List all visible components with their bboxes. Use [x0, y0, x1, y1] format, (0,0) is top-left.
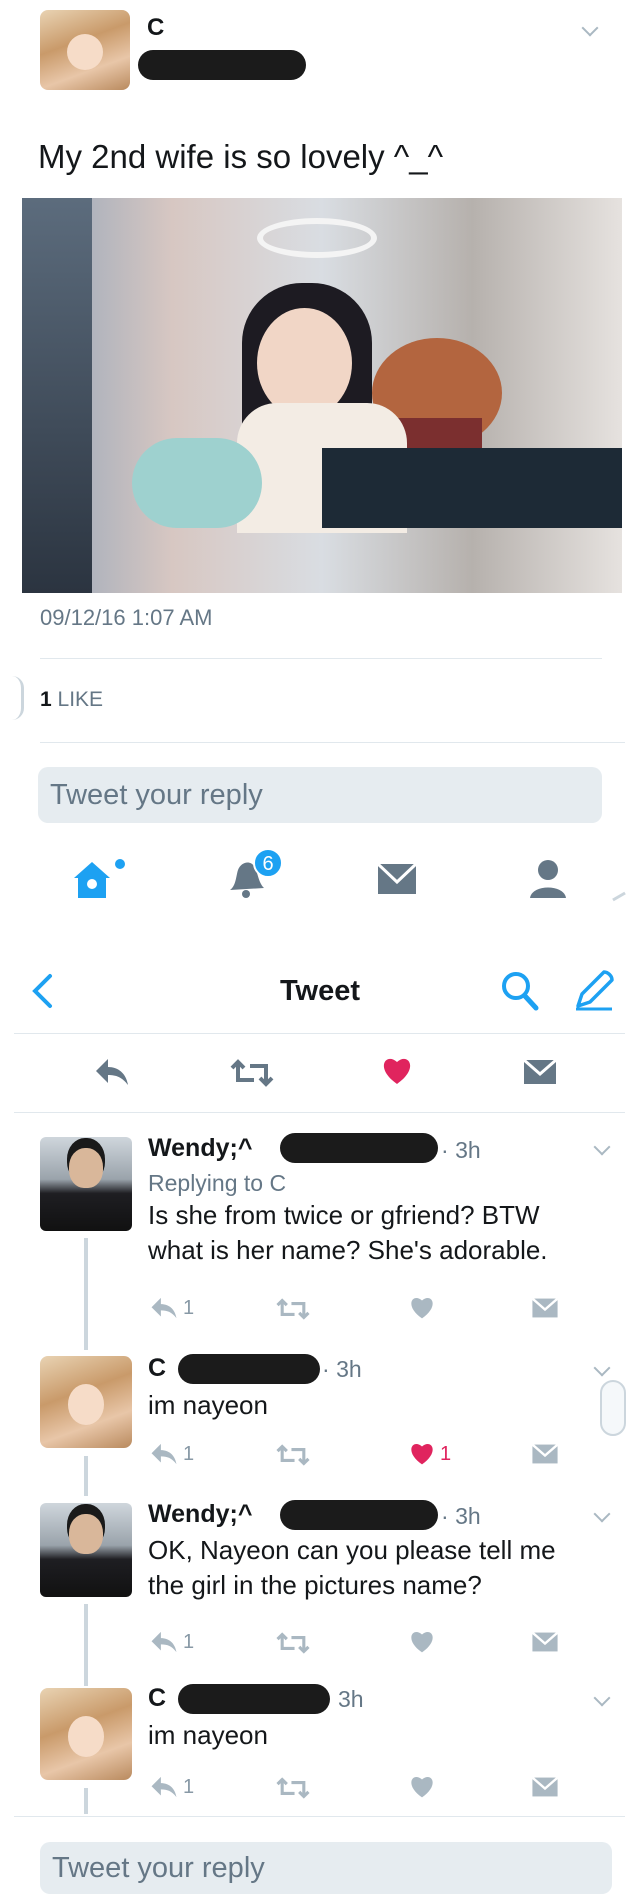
reply-avatar-c[interactable] — [40, 1356, 132, 1448]
like-heart-icon[interactable] — [408, 1773, 436, 1799]
reply-icon[interactable] — [150, 1630, 178, 1654]
reply-avatar-c[interactable] — [40, 1688, 132, 1780]
reply-author[interactable]: Wendy;^ — [148, 1500, 252, 1529]
thread-line — [84, 1788, 88, 1814]
chevron-down-icon[interactable] — [593, 1359, 611, 1377]
thread-line — [84, 1604, 88, 1686]
like-heart-icon[interactable] — [380, 1054, 414, 1086]
redacted-handle — [178, 1354, 320, 1384]
reply-text: im nayeon — [148, 1390, 268, 1420]
reply-count: 1 — [183, 1443, 195, 1465]
like-count: 1 — [440, 1443, 452, 1465]
chevron-down-icon[interactable] — [593, 1138, 611, 1156]
likes-count: 1 — [40, 688, 52, 711]
author-name[interactable]: C — [147, 14, 164, 42]
search-icon[interactable] — [500, 970, 540, 1012]
like-heart-icon[interactable] — [408, 1628, 436, 1654]
direct-message-icon[interactable] — [530, 1631, 560, 1653]
redacted-handle — [178, 1684, 330, 1714]
likes-row[interactable]: 1 LIKE — [40, 688, 103, 712]
scroll-hint — [612, 891, 626, 902]
tweet-photo[interactable] — [22, 198, 622, 593]
divider — [14, 1112, 625, 1113]
like-heart-icon[interactable] — [408, 1440, 436, 1466]
direct-message-icon[interactable] — [522, 1058, 558, 1086]
direct-message-icon[interactable] — [530, 1443, 560, 1465]
reply-icon[interactable] — [150, 1442, 178, 1466]
reply-text: Is she from twice or gfriend? BTW what i… — [148, 1198, 548, 1268]
chevron-down-icon[interactable] — [581, 19, 599, 37]
reply-text-line: what is her name? She's adorable. — [148, 1235, 548, 1265]
author-avatar[interactable] — [40, 10, 130, 90]
redacted-handle — [280, 1133, 438, 1163]
like-heart-icon[interactable] — [408, 1294, 436, 1320]
thread-line — [84, 1238, 88, 1350]
reply-input-top[interactable]: Tweet your reply — [38, 767, 602, 823]
page-title: Tweet — [279, 975, 361, 1007]
divider — [40, 658, 602, 659]
reply-text-line: Is she from twice or gfriend? BTW — [148, 1200, 540, 1230]
retweet-icon[interactable] — [276, 1443, 310, 1467]
reply-icon[interactable] — [150, 1775, 178, 1799]
reply-time: · 3h — [322, 1356, 362, 1382]
retweet-icon[interactable] — [276, 1776, 310, 1800]
tweet-timestamp: 09/12/16 1:07 AM — [40, 605, 213, 630]
direct-message-icon[interactable] — [530, 1776, 560, 1798]
profile-icon[interactable] — [528, 858, 568, 900]
direct-message-icon[interactable] — [530, 1297, 560, 1319]
scroll-indicator[interactable] — [600, 1380, 626, 1436]
edge-bracket — [12, 676, 24, 720]
reply-author[interactable]: C — [148, 1684, 166, 1713]
reply-time: 3h — [338, 1686, 364, 1712]
retweet-icon[interactable] — [230, 1058, 274, 1088]
reply-author[interactable]: Wendy;^ — [148, 1134, 252, 1163]
retweet-icon[interactable] — [276, 1631, 310, 1655]
retweet-icon[interactable] — [276, 1297, 310, 1321]
likes-label: LIKE — [57, 688, 104, 711]
chevron-down-icon[interactable] — [593, 1689, 611, 1707]
reply-count: 1 — [183, 1776, 195, 1798]
notifications-badge: 6 — [253, 848, 283, 878]
reply-icon[interactable] — [94, 1057, 130, 1087]
reply-input-bottom[interactable]: Tweet your reply — [40, 1842, 612, 1894]
reply-avatar-wendy[interactable] — [40, 1503, 132, 1597]
redacted-handle — [138, 50, 306, 80]
reply-author[interactable]: C — [148, 1354, 166, 1383]
reply-time: · 3h — [441, 1137, 481, 1163]
reply-text: OK, Nayeon can you please tell me the gi… — [148, 1533, 556, 1603]
divider — [40, 742, 625, 743]
divider — [14, 1033, 625, 1034]
compose-tweet-icon[interactable] — [572, 968, 616, 1012]
reply-avatar-wendy[interactable] — [40, 1137, 132, 1231]
reply-icon[interactable] — [150, 1296, 178, 1320]
chevron-down-icon[interactable] — [593, 1505, 611, 1523]
replying-to[interactable]: Replying to C — [148, 1170, 286, 1197]
reply-text: im nayeon — [148, 1720, 268, 1750]
redacted-handle — [280, 1500, 438, 1530]
reply-text-line: the girl in the pictures name? — [148, 1570, 482, 1600]
divider — [14, 1816, 625, 1817]
reply-time: · 3h — [441, 1503, 481, 1529]
thread-line — [84, 1456, 88, 1496]
messages-envelope-icon[interactable] — [376, 862, 418, 896]
reply-count: 1 — [183, 1631, 195, 1653]
home-icon[interactable] — [70, 858, 126, 902]
tweet-text: My 2nd wife is so lovely ^_^ — [38, 138, 444, 175]
back-chevron-icon[interactable] — [30, 973, 54, 1009]
reply-text-line: OK, Nayeon can you please tell me — [148, 1535, 556, 1565]
reply-count: 1 — [183, 1297, 195, 1319]
